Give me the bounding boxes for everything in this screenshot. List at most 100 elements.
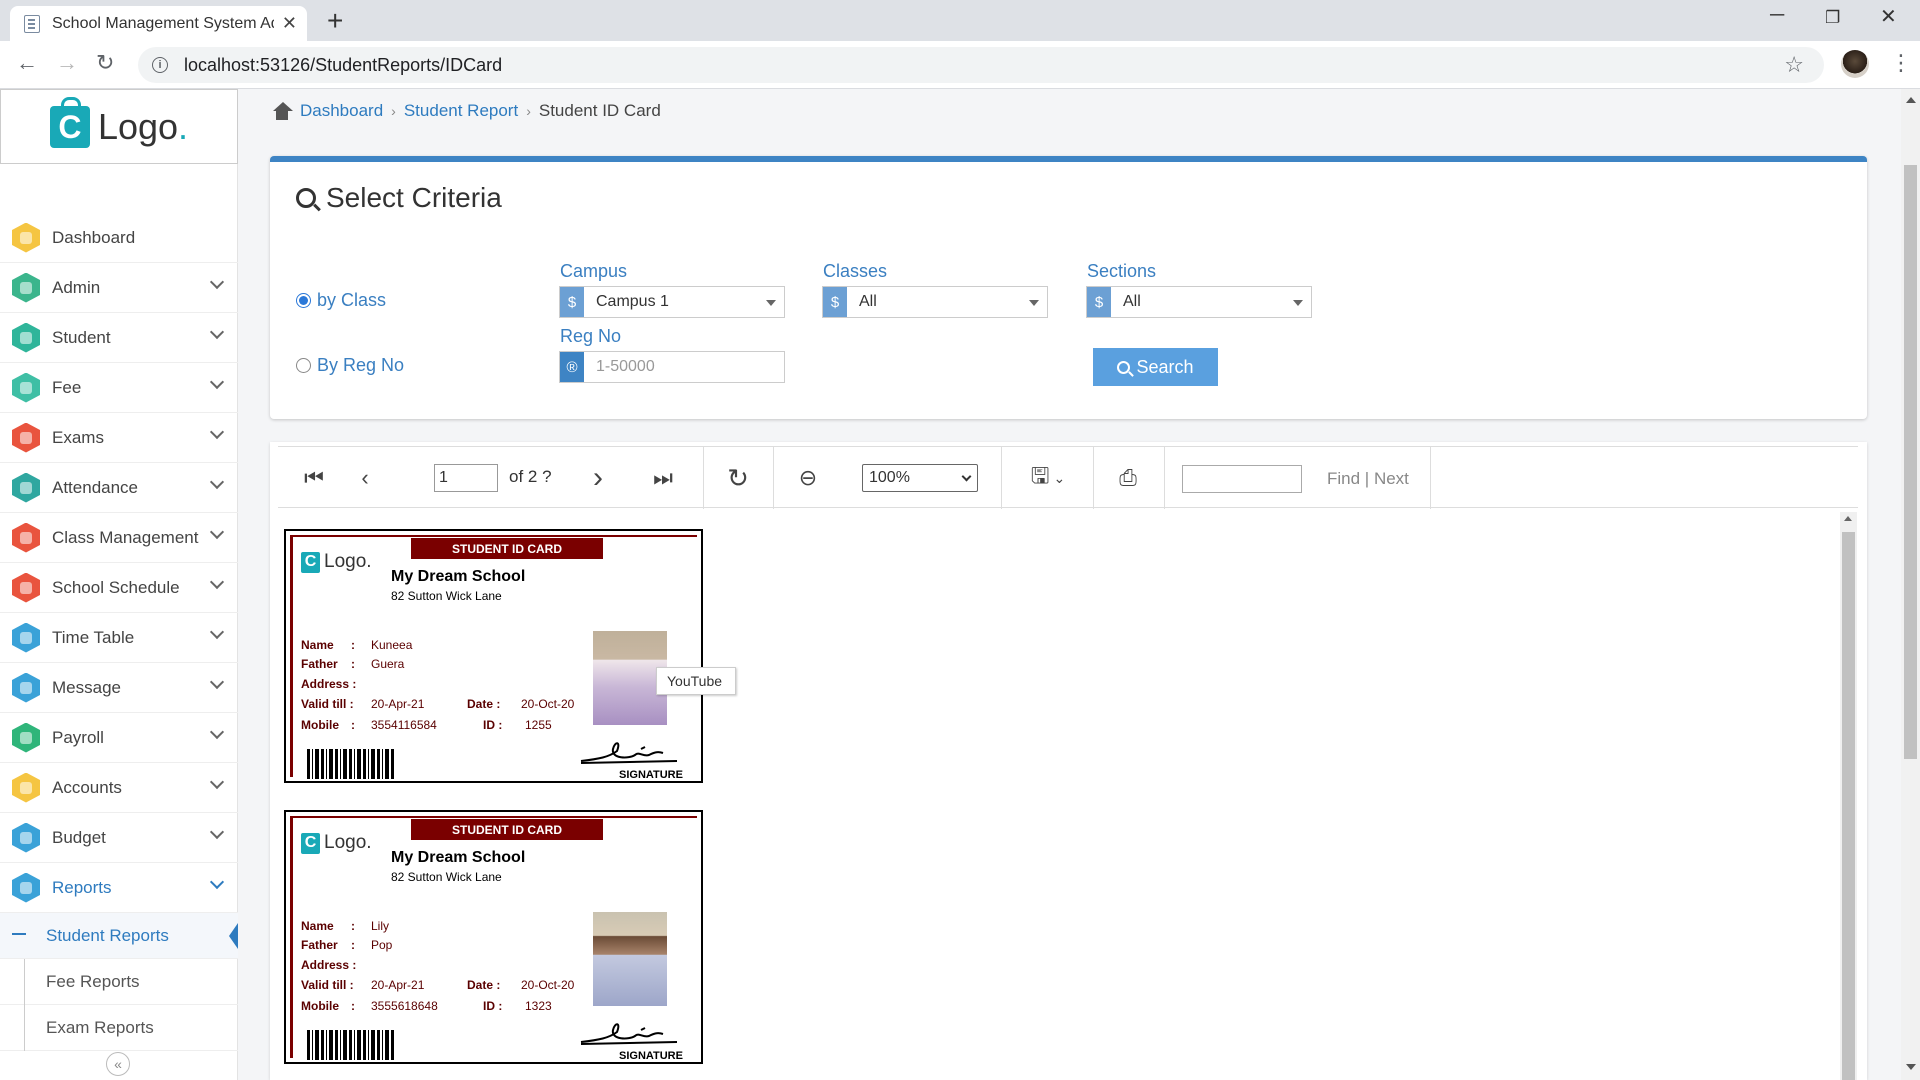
home-icon[interactable] [272,102,293,120]
sidebar-item-admin[interactable]: Admin [0,263,238,313]
site-info-icon[interactable]: i [152,57,168,73]
search-button[interactable]: Search [1093,348,1218,386]
address-label: Address : [301,677,357,691]
last-page-icon[interactable]: ⏭ [638,447,688,509]
sidebar-subitem-fee-reports[interactable]: Fee Reports [0,959,238,1005]
colon: : [351,657,355,671]
sidebar-item-fee[interactable]: Fee [0,363,238,413]
sidebar-item-label: Admin [52,277,101,297]
date-label: Date : [467,697,501,711]
sidebar-subitem-exam-reports[interactable]: Exam Reports [0,1005,238,1051]
maximize-icon[interactable]: ❐ [1825,8,1840,28]
toolbar-divider [1001,447,1002,509]
card-header: STUDENT ID CARD [411,819,603,840]
chevron-down-icon [209,424,225,440]
class-icon [12,522,40,553]
reload-icon[interactable]: ↻ [96,50,114,76]
print-icon[interactable]: ⎙ [1093,447,1163,509]
radio-unchecked[interactable] [296,358,311,373]
minimize-icon[interactable]: ─ [1770,4,1784,27]
collapse-sidebar-icon[interactable]: « [106,1052,130,1076]
sidebar-item-label: Attendance [52,477,139,497]
reports-icon [12,872,40,903]
by-regno-radio[interactable]: By Reg No [296,355,404,376]
search-button-label: Search [1136,356,1194,377]
sidebar-item-payroll[interactable]: Payroll [0,713,238,763]
student-id: 1255 [525,718,552,732]
by-class-radio[interactable]: by Class [296,290,386,311]
logo-text: Logo [97,105,179,147]
sidebar-item-exams[interactable]: Exams [0,413,238,463]
classes-select[interactable]: $ All [822,286,1048,318]
close-tab-icon[interactable]: ✕ [282,13,297,34]
card-border: STUDENT ID CARD Logo. My Dream School 82 Su… [290,535,697,781]
browser-menu-icon[interactable]: ⋮ [1890,50,1912,76]
sidebar-item-school-schedule[interactable]: School Schedule [0,563,238,613]
profile-avatar[interactable] [1841,50,1869,78]
back-to-parent-icon[interactable]: ⊖ [773,447,843,509]
find-link[interactable]: Find [1327,469,1360,488]
radio-checked[interactable] [296,293,311,308]
bookmark-star-icon[interactable]: ☆ [1784,52,1804,78]
find-input[interactable] [1182,465,1302,493]
app-logo[interactable]: Logo. [0,89,238,164]
sidebar-item-budget[interactable]: Budget [0,813,238,863]
scroll-up-icon[interactable] [1844,516,1852,521]
page-count: of 2 ? [509,467,552,486]
signature-label: SIGNATURE [619,769,683,781]
sidebar-item-dashboard[interactable]: Dashboard [0,213,238,263]
sidebar-subitem-student-reports[interactable]: Student Reports [0,913,238,959]
scroll-thumb[interactable] [1904,165,1917,759]
sidebar-item-message[interactable]: Message [0,663,238,713]
export-save-icon[interactable]: 🖫 ⌄ [1013,447,1083,509]
sections-select[interactable]: $ All [1086,286,1312,318]
sidebar-item-class-management[interactable]: Class Management [0,513,238,563]
schedule-icon [12,572,40,603]
sidebar-item-reports[interactable]: Reports [0,863,238,913]
card-logo-text: Logo. [324,551,372,572]
scroll-up-icon[interactable] [1906,97,1916,103]
regno-input[interactable]: ® 1-50000 [559,351,785,383]
browser-titlebar: School Management System Adr ✕ + ─ ❐ ✕ [0,0,1920,41]
student-name: Lily [371,919,390,933]
scroll-thumb[interactable] [1842,532,1855,1080]
student-name: Kuneea [371,638,413,652]
breadcrumb-student-report[interactable]: Student Report [404,101,518,121]
criteria-title-text: Select Criteria [326,182,502,213]
back-icon[interactable]: ← [16,50,38,76]
first-page-icon[interactable]: ⏮ [294,447,334,509]
url-field[interactable]: i localhost:53126/StudentReports/IDCard … [138,47,1824,83]
forward-icon[interactable]: → [56,50,78,76]
breadcrumb-dashboard[interactable]: Dashboard [300,101,383,121]
next-page-icon[interactable]: › [578,447,618,509]
mobile-number: 3555618648 [371,999,438,1013]
zoom-select[interactable]: 100% [862,464,978,492]
campus-label: Campus [560,261,628,281]
previous-page-icon[interactable]: ‹ [340,447,390,509]
sidebar-item-student[interactable]: Student [0,313,238,363]
sidebar: Logo. Dashboard Admin Student Fee Exams Atten… [0,89,238,1080]
criteria-title: Select Criteria [296,182,502,214]
sidebar-item-label: School Schedule [52,577,180,597]
browser-tab[interactable]: School Management System Adr ✕ [10,6,307,41]
refresh-icon[interactable]: ↻ [703,447,773,509]
sidebar-item-time-table[interactable]: Time Table [0,613,238,663]
next-link[interactable]: Next [1374,469,1409,488]
dollar-icon: $ [560,287,584,317]
page-number-input[interactable]: 1 [434,464,498,492]
chevron-down-icon [209,574,225,590]
sidebar-item-attendance[interactable]: Attendance [0,463,238,513]
card-logo: Logo. [301,832,372,854]
close-window-icon[interactable]: ✕ [1880,4,1897,29]
signature-label: SIGNATURE [619,1050,683,1062]
new-tab-icon[interactable]: + [327,5,343,37]
student-photo [593,912,667,1006]
name-label: Name [301,638,334,652]
page-scrollbar[interactable] [1901,89,1920,1080]
valid-label: Valid till : [301,697,354,711]
scroll-down-icon[interactable] [1906,1064,1916,1070]
sections-value: All [1123,293,1141,310]
sidebar-item-accounts[interactable]: Accounts [0,763,238,813]
report-scrollbar[interactable] [1840,512,1857,1080]
campus-select[interactable]: $ Campus 1 [559,286,785,318]
